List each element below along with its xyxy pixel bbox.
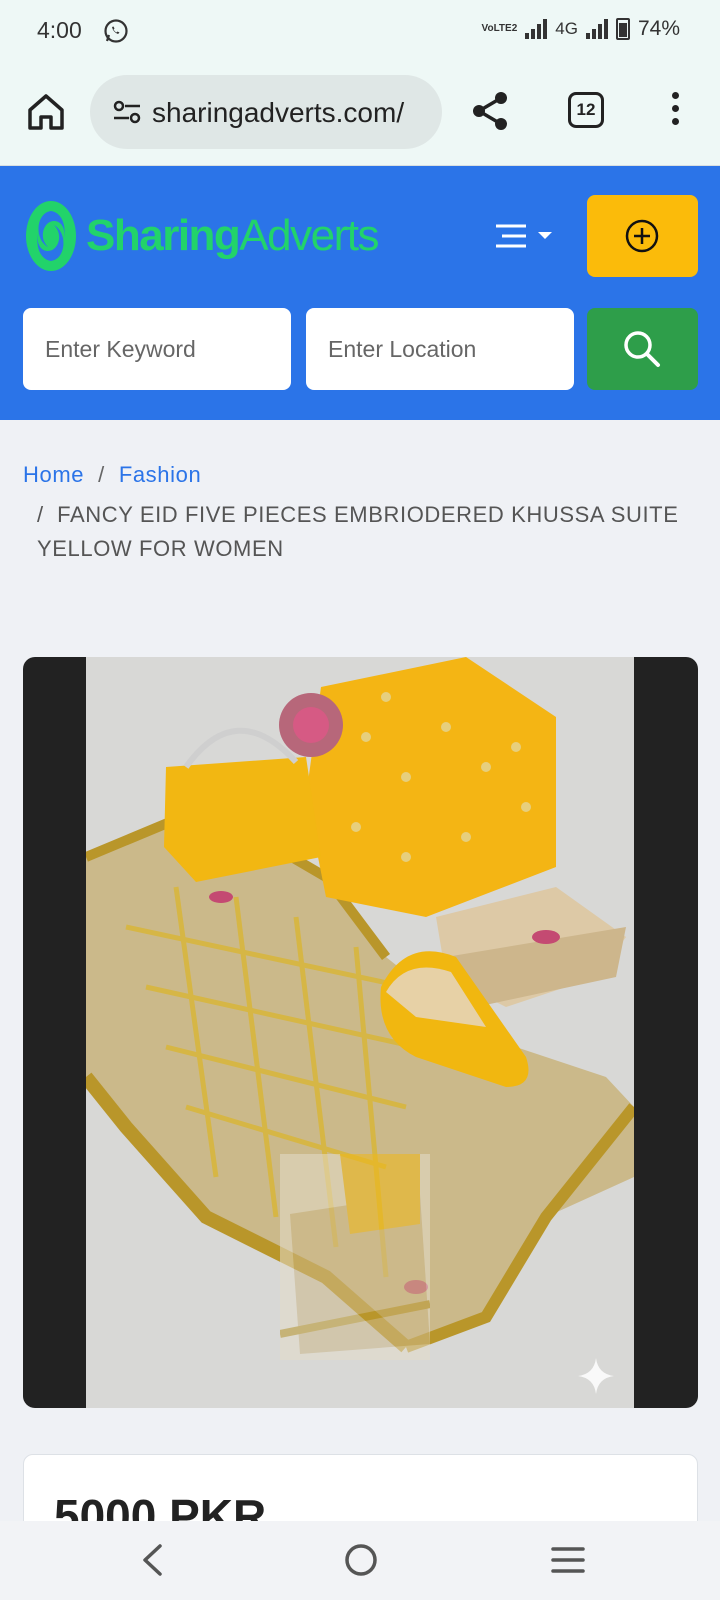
post-ad-button[interactable] [587, 195, 698, 277]
hamburger-menu-icon[interactable] [494, 222, 564, 250]
more-vert-icon[interactable] [670, 92, 680, 130]
breadcrumb: Home / Fashion / FANCY EID FIVE PIECES EMB… [23, 462, 703, 566]
search-button[interactable] [587, 308, 698, 390]
volte-indicator: VoLTE2 [481, 23, 518, 34]
search-icon [624, 331, 660, 367]
logo-swirl-icon [26, 201, 76, 271]
back-icon[interactable] [140, 1543, 164, 1577]
breadcrumb-category-link[interactable]: Fashion [119, 462, 201, 487]
home-icon[interactable] [24, 90, 68, 134]
system-nav-bar [0, 1521, 720, 1600]
signal-icon [525, 19, 548, 39]
address-bar[interactable]: sharingadverts.com/ [90, 75, 442, 149]
site-info-icon[interactable] [112, 99, 142, 125]
breadcrumb-home-link[interactable]: Home [23, 462, 84, 487]
site-header: SharingAdverts [0, 166, 720, 420]
share-icon[interactable] [470, 90, 510, 132]
status-bar: 4:00 VoLTE2 4G 74% [0, 0, 720, 62]
browser-toolbar: sharingadverts.com/ 12 [0, 62, 720, 166]
logo-text: SharingAdverts [86, 211, 379, 260]
battery-icon [615, 18, 630, 40]
location-input[interactable] [306, 308, 574, 390]
recents-icon[interactable] [550, 1545, 586, 1575]
plus-circle-icon [625, 219, 659, 253]
gallery-thumbnail[interactable] [280, 1154, 430, 1360]
breadcrumb-separator: / [98, 462, 105, 487]
breadcrumb-current: / FANCY EID FIVE PIECES EMBRIODERED KHUS… [37, 502, 679, 561]
url-text[interactable]: sharingadverts.com/ [152, 97, 404, 129]
status-icons: VoLTE2 4G 74% [482, 17, 680, 41]
whatsapp-icon [104, 19, 128, 43]
home-circle-icon[interactable] [344, 1543, 378, 1577]
site-logo[interactable]: SharingAdverts [24, 198, 379, 274]
keyword-input[interactable] [23, 308, 291, 390]
tabs-icon[interactable]: 12 [568, 92, 604, 128]
sparkle-icon [578, 1358, 614, 1394]
status-time: 4:00 [37, 17, 82, 43]
signal-icon-2 [585, 19, 608, 39]
battery-percent: 74% [637, 17, 680, 40]
network-type: 4G [555, 19, 578, 38]
